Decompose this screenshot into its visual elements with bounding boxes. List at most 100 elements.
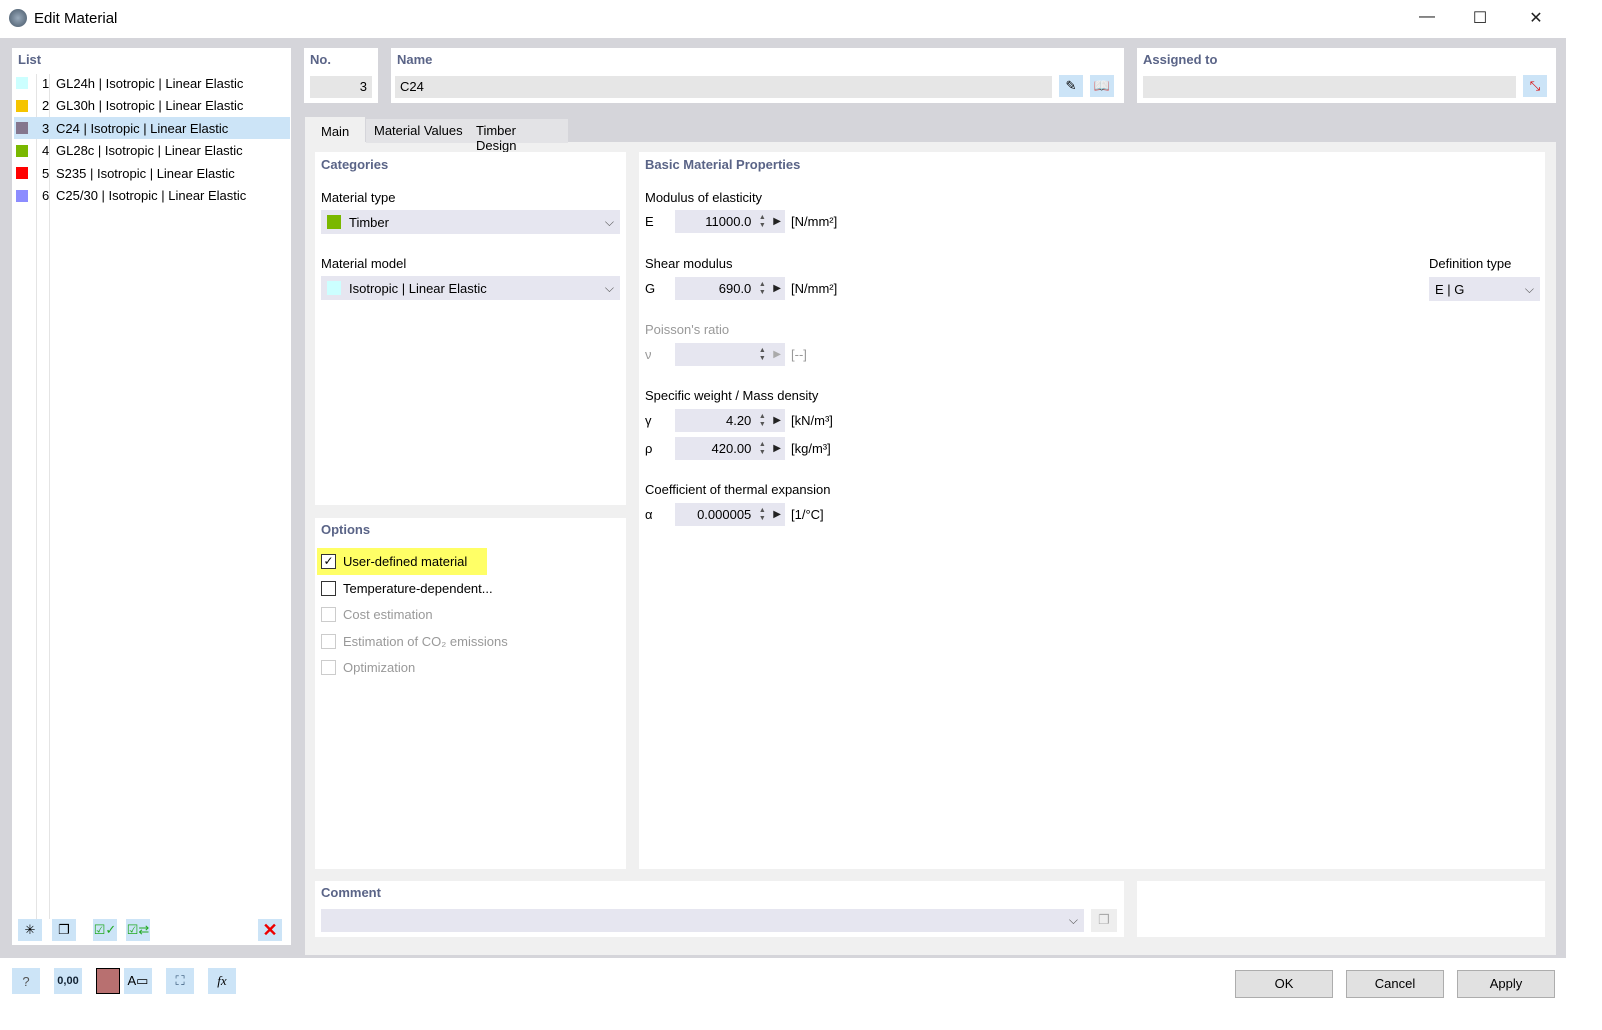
spinner-icon: ▲ ▼: [758, 346, 766, 362]
checkbox-icon[interactable]: [321, 580, 336, 596]
name-field[interactable]: C24: [395, 76, 1052, 98]
option-checkbox[interactable]: ✓ User-defined material: [317, 548, 487, 575]
g-unit: [N/mm²]: [791, 281, 838, 296]
categories-header: Categories: [321, 157, 389, 172]
list-item[interactable]: 3 C24 | Isotropic | Linear Elastic: [14, 117, 290, 139]
rho-row: ρ 420.00 ▲ ▼ ▶ [kg/m³]: [645, 437, 831, 460]
model-swatch: [327, 281, 341, 295]
rho-value: 420.00: [711, 441, 752, 456]
tab-main[interactable]: Main: [305, 117, 365, 143]
formula-icon[interactable]: fx: [208, 968, 236, 994]
checkbox-icon[interactable]: ✓: [321, 554, 336, 569]
gamma-symbol: γ: [645, 413, 652, 428]
option-checkbox: Estimation of CO₂ emissions: [317, 628, 512, 655]
minimize-button[interactable]: —: [1417, 8, 1437, 28]
arrow-right-icon[interactable]: ▶: [773, 283, 781, 294]
list-header: List: [18, 52, 42, 67]
e-input[interactable]: 11000.0 ▲ ▼ ▶: [675, 210, 785, 233]
copy-material-icon[interactable]: ❐: [52, 919, 76, 941]
rho-symbol: ρ: [645, 441, 653, 456]
material-type-label: Material type: [321, 190, 396, 205]
arrow-right-icon[interactable]: ▶: [773, 509, 781, 520]
spinner-icon[interactable]: ▲ ▼: [757, 281, 767, 297]
material-type-dropdown[interactable]: Timber ⌵: [321, 210, 620, 234]
spinner-icon[interactable]: ▲ ▼: [757, 214, 767, 230]
properties-panel: Basic Material Properties Modulus of ela…: [639, 152, 1545, 869]
apply-button[interactable]: Apply: [1457, 970, 1555, 998]
assigned-box: Assigned to ⤡: [1137, 48, 1556, 103]
assigned-field[interactable]: [1143, 76, 1516, 98]
title-bar: Edit Material — ☐ ✕: [0, 0, 1602, 38]
gamma-row: γ 4.20 ▲ ▼ ▶ [kN/m³]: [645, 409, 833, 432]
color-icon[interactable]: [96, 968, 120, 994]
nu-unit: [--]: [791, 347, 807, 362]
list-item[interactable]: 6 C25/30 | Isotropic | Linear Elastic: [14, 185, 290, 207]
display-properties-icon[interactable]: A▭: [124, 968, 152, 994]
arrow-right-icon[interactable]: ▶: [773, 415, 781, 426]
a-input[interactable]: 0.000005 ▲ ▼ ▶: [675, 503, 785, 526]
spinner-icon[interactable]: ▲ ▼: [757, 441, 767, 457]
gamma-unit: [kN/m³]: [791, 413, 833, 428]
view-icon[interactable]: ⛶: [166, 968, 194, 994]
new-material-icon[interactable]: ✳: [18, 919, 42, 941]
close-button[interactable]: ✕: [1526, 8, 1546, 28]
option-checkbox: Optimization: [317, 654, 419, 681]
library-icon[interactable]: 📖: [1090, 75, 1114, 97]
option-checkbox: Cost estimation: [317, 601, 437, 628]
list-item[interactable]: 5 S235 | Isotropic | Linear Elastic: [14, 162, 290, 184]
material-model-dropdown[interactable]: Isotropic | Linear Elastic ⌵: [321, 276, 620, 300]
g-symbol: G: [645, 281, 656, 296]
select-objects-icon[interactable]: ⤡: [1523, 75, 1547, 97]
cancel-button[interactable]: Cancel: [1346, 970, 1444, 998]
g-value: 690.0: [718, 281, 752, 296]
definition-type-dropdown[interactable]: E | G ⌵: [1429, 277, 1540, 301]
check-all-icon[interactable]: ☑✓: [93, 919, 117, 941]
nu-row: ν ▲ ▼ ▶ [--]: [645, 343, 807, 366]
e-symbol: E: [645, 214, 654, 229]
definition-type-value: E | G: [1435, 281, 1465, 297]
list-item-number: 4: [42, 143, 50, 158]
comment-panel: Comment ⌵ ❐: [315, 881, 1124, 937]
tab-material-values[interactable]: Material Values: [366, 119, 471, 143]
arrow-right-icon[interactable]: ▶: [773, 443, 781, 454]
material-model-label: Material model: [321, 256, 407, 271]
app-icon: [9, 9, 27, 27]
arrow-right-icon: ▶: [773, 349, 781, 360]
tab-timber-design[interactable]: Timber Design: [468, 119, 568, 153]
list-item[interactable]: 4 GL28c | Isotropic | Linear Elastic: [14, 140, 290, 162]
maximize-button[interactable]: ☐: [1470, 8, 1490, 28]
edit-name-icon[interactable]: ✎: [1059, 75, 1083, 97]
list-item[interactable]: 2 GL30h | Isotropic | Linear Elastic: [14, 95, 290, 117]
checkbox-icon: [321, 607, 336, 622]
option-label: Temperature-dependent...: [343, 580, 493, 596]
option-label: Estimation of CO₂ emissions: [343, 633, 508, 649]
categories-panel: Categories Material type Timber ⌵ Materi…: [315, 152, 626, 505]
definition-type-label: Definition type: [1429, 256, 1512, 271]
blank-panel: [1137, 881, 1545, 937]
help-icon[interactable]: ?: [12, 968, 40, 994]
spinner-icon[interactable]: ▲ ▼: [757, 507, 767, 523]
units-icon[interactable]: 0,00: [54, 968, 82, 994]
list-item[interactable]: 1 GL24h | Isotropic | Linear Elastic: [14, 72, 290, 94]
delete-icon[interactable]: ✕: [258, 919, 282, 941]
g-input[interactable]: 690.0 ▲ ▼ ▶: [675, 277, 785, 300]
options-panel: Options ✓ User-defined material Temperatur…: [315, 518, 626, 869]
ok-button[interactable]: OK: [1235, 970, 1333, 998]
arrow-right-icon[interactable]: ▶: [773, 216, 781, 227]
a-row: α 0.000005 ▲ ▼ ▶ [1/°C]: [645, 503, 824, 526]
comment-field[interactable]: ⌵: [321, 909, 1084, 932]
a-unit: [1/°C]: [791, 507, 824, 522]
option-label: Cost estimation: [343, 607, 433, 622]
toggle-check-icon[interactable]: ☑⇄: [126, 919, 150, 941]
no-field[interactable]: 3: [310, 76, 372, 98]
list-item-label: S235 | Isotropic | Linear Elastic: [56, 165, 235, 181]
spinner-icon[interactable]: ▲ ▼: [757, 413, 767, 429]
rho-input[interactable]: 420.00 ▲ ▼ ▶: [675, 437, 785, 460]
gamma-input[interactable]: 4.20 ▲ ▼ ▶: [675, 409, 785, 432]
material-color-swatch: [16, 144, 28, 157]
list-item-number: 2: [42, 98, 50, 113]
name-box: Name C24 ✎ 📖: [391, 48, 1124, 103]
option-checkbox[interactable]: Temperature-dependent...: [317, 575, 497, 602]
w-section-label: Specific weight / Mass density: [645, 388, 819, 403]
comment-library-icon[interactable]: ❐: [1091, 909, 1117, 932]
